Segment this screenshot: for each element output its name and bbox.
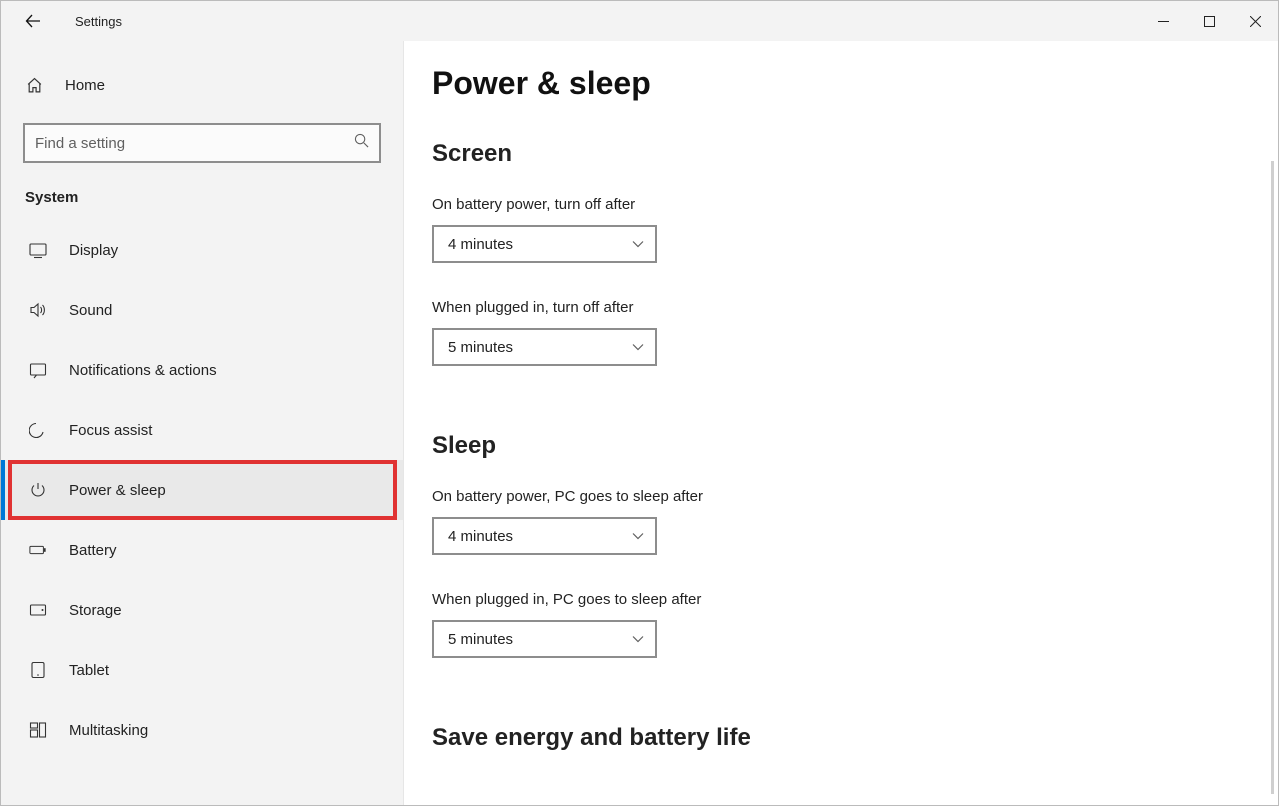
save-energy-heading: Save energy and battery life [432,724,1278,752]
search-input[interactable] [35,135,354,152]
window-controls [1140,1,1278,41]
search-box[interactable] [23,123,381,163]
screen-heading: Screen [432,140,1278,168]
close-button[interactable] [1232,1,1278,41]
maximize-button[interactable] [1186,1,1232,41]
chevron-down-icon [631,237,645,251]
sidebar-item-sound[interactable]: Sound [1,280,403,340]
home-button[interactable]: Home [1,61,403,109]
settings-window: Settings Home [0,0,1279,806]
sidebar: Home System Display Sound [1,41,404,805]
chevron-down-icon [631,632,645,646]
content-panel: Power & sleep Screen On battery power, t… [404,41,1278,805]
sidebar-item-storage[interactable]: Storage [1,580,403,640]
sidebar-item-notifications[interactable]: Notifications & actions [1,340,403,400]
sleep-battery-label: On battery power, PC goes to sleep after [432,488,1278,505]
sidebar-item-label: Notifications & actions [69,362,217,379]
sidebar-item-power-sleep[interactable]: Power & sleep [1,460,403,520]
select-value: 5 minutes [448,631,513,648]
window-title: Settings [75,14,122,29]
home-label: Home [65,77,105,94]
sidebar-item-multitasking[interactable]: Multitasking [1,700,403,760]
main-body: Home System Display Sound [1,41,1278,805]
home-icon [25,77,43,94]
highlight-box [8,460,397,520]
sleep-plugged-select[interactable]: 5 minutes [432,620,657,658]
screen-battery-select[interactable]: 4 minutes [432,225,657,263]
close-icon [1250,16,1261,27]
nav-list: Display Sound Notifications & actions Fo… [1,220,403,760]
sidebar-item-label: Display [69,242,118,259]
back-button[interactable] [11,1,55,41]
chevron-down-icon [631,340,645,354]
titlebar: Settings [1,1,1278,41]
select-value: 4 minutes [448,236,513,253]
multitasking-icon [29,721,47,739]
search-icon [354,133,369,153]
display-icon [29,241,47,259]
select-value: 5 minutes [448,339,513,356]
sidebar-item-label: Tablet [69,662,109,679]
sidebar-item-label: Sound [69,302,112,319]
sidebar-item-label: Multitasking [69,722,148,739]
sleep-plugged-label: When plugged in, PC goes to sleep after [432,591,1278,608]
sidebar-item-label: Storage [69,602,122,619]
tablet-icon [29,661,47,679]
maximize-icon [1204,16,1215,27]
sound-icon [29,301,47,319]
sleep-heading: Sleep [432,432,1278,460]
chevron-down-icon [631,529,645,543]
select-value: 4 minutes [448,528,513,545]
sidebar-item-display[interactable]: Display [1,220,403,280]
screen-plugged-select[interactable]: 5 minutes [432,328,657,366]
screen-battery-label: On battery power, turn off after [432,196,1278,213]
sidebar-item-label: Focus assist [69,422,152,439]
notifications-icon [29,361,47,379]
minimize-icon [1158,16,1169,27]
sidebar-item-battery[interactable]: Battery [1,520,403,580]
battery-icon [29,541,47,559]
minimize-button[interactable] [1140,1,1186,41]
sidebar-item-tablet[interactable]: Tablet [1,640,403,700]
storage-icon [29,601,47,619]
sleep-battery-select[interactable]: 4 minutes [432,517,657,555]
sidebar-item-label: Power & sleep [69,482,166,499]
focus-assist-icon [29,421,47,439]
category-label: System [25,189,403,206]
arrow-left-icon [25,13,41,29]
sidebar-item-focus-assist[interactable]: Focus assist [1,400,403,460]
power-icon [29,481,47,499]
screen-plugged-label: When plugged in, turn off after [432,299,1278,316]
sidebar-item-label: Battery [69,542,117,559]
scrollbar[interactable] [1271,161,1274,794]
page-title: Power & sleep [432,65,1278,102]
